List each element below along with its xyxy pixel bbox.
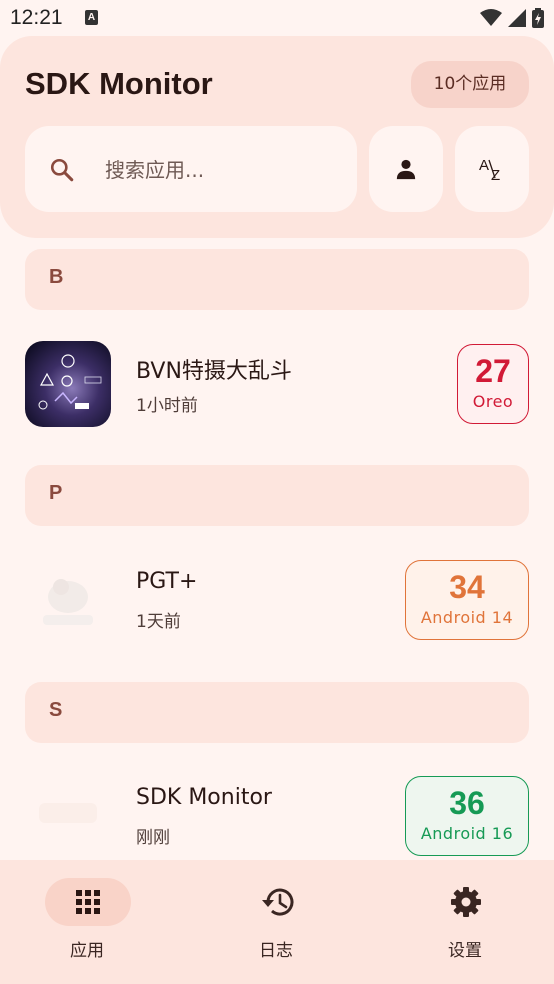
section-letter: B (49, 266, 64, 288)
status-time: 12:21 (10, 6, 63, 29)
nav-label: 应用 (70, 941, 104, 961)
sdk-badge: 27 Oreo (457, 344, 529, 424)
section-letter: S (49, 699, 63, 721)
app-list-item[interactable]: SDK Monitor 刚刚 36 Android 16 (25, 771, 529, 861)
section-header-p: P (25, 465, 529, 526)
app-updated-time: 1小时前 (136, 396, 198, 416)
nav-item-settings[interactable]: 设置 (415, 878, 515, 968)
app-list-item[interactable]: BVN特摄大乱斗 1小时前 27 Oreo (25, 339, 529, 429)
system-icons (480, 8, 544, 28)
section-header-s: S (25, 682, 529, 743)
sdk-badge: 36 Android 16 (405, 776, 529, 856)
history-icon (262, 888, 294, 916)
nav-item-apps[interactable]: 应用 (37, 878, 137, 968)
app-icon-pgt (25, 557, 111, 643)
page-title: SDK Monitor (25, 66, 213, 101)
android-version: Oreo (472, 392, 514, 411)
search-icon (50, 158, 74, 182)
app-count-chip[interactable]: 10个应用 (411, 61, 529, 108)
app-updated-time: 刚刚 (136, 828, 170, 848)
nav-item-logs[interactable]: 日志 (226, 878, 326, 968)
sdk-level: 34 (449, 569, 485, 605)
gear-icon (451, 887, 481, 917)
signal-icon (508, 9, 526, 27)
sdk-badge: 34 Android 14 (405, 560, 529, 640)
bottom-navigation: 应用 日志 设置 (0, 860, 554, 984)
nav-indicator (45, 878, 131, 926)
app-updated-time: 1天前 (136, 612, 181, 632)
sdk-level: 27 (475, 353, 511, 389)
app-name: SDK Monitor (136, 785, 272, 810)
android-version: Android 14 (420, 608, 514, 627)
wifi-icon (480, 9, 502, 26)
svg-text:A: A (479, 157, 489, 174)
app-name: BVN特摄大乱斗 (136, 359, 292, 384)
sort-button[interactable]: A Z (455, 126, 529, 212)
person-icon (396, 159, 416, 180)
sort-alpha-icon: A Z (479, 157, 500, 182)
app-icon-sdk-monitor (25, 773, 111, 859)
a-letter-icon: A (85, 10, 98, 25)
nav-indicator (234, 878, 320, 926)
app-name: PGT+ (136, 569, 198, 594)
app-icon-bvn (25, 341, 111, 427)
android-version: Android 16 (420, 824, 514, 843)
nav-indicator (423, 878, 509, 926)
sdk-level: 36 (449, 785, 485, 821)
section-header-b: B (25, 249, 529, 310)
nav-label: 日志 (259, 941, 293, 961)
nav-label: 设置 (448, 941, 482, 961)
apps-grid-icon (76, 890, 100, 914)
app-list-item[interactable]: PGT+ 1天前 34 Android 14 (25, 555, 529, 645)
user-filter-button[interactable] (369, 126, 443, 212)
search-input[interactable] (105, 150, 335, 190)
status-bar: 12:21 A (0, 0, 554, 36)
search-bar[interactable] (25, 126, 357, 212)
battery-icon (532, 8, 544, 28)
section-letter: P (49, 482, 63, 504)
